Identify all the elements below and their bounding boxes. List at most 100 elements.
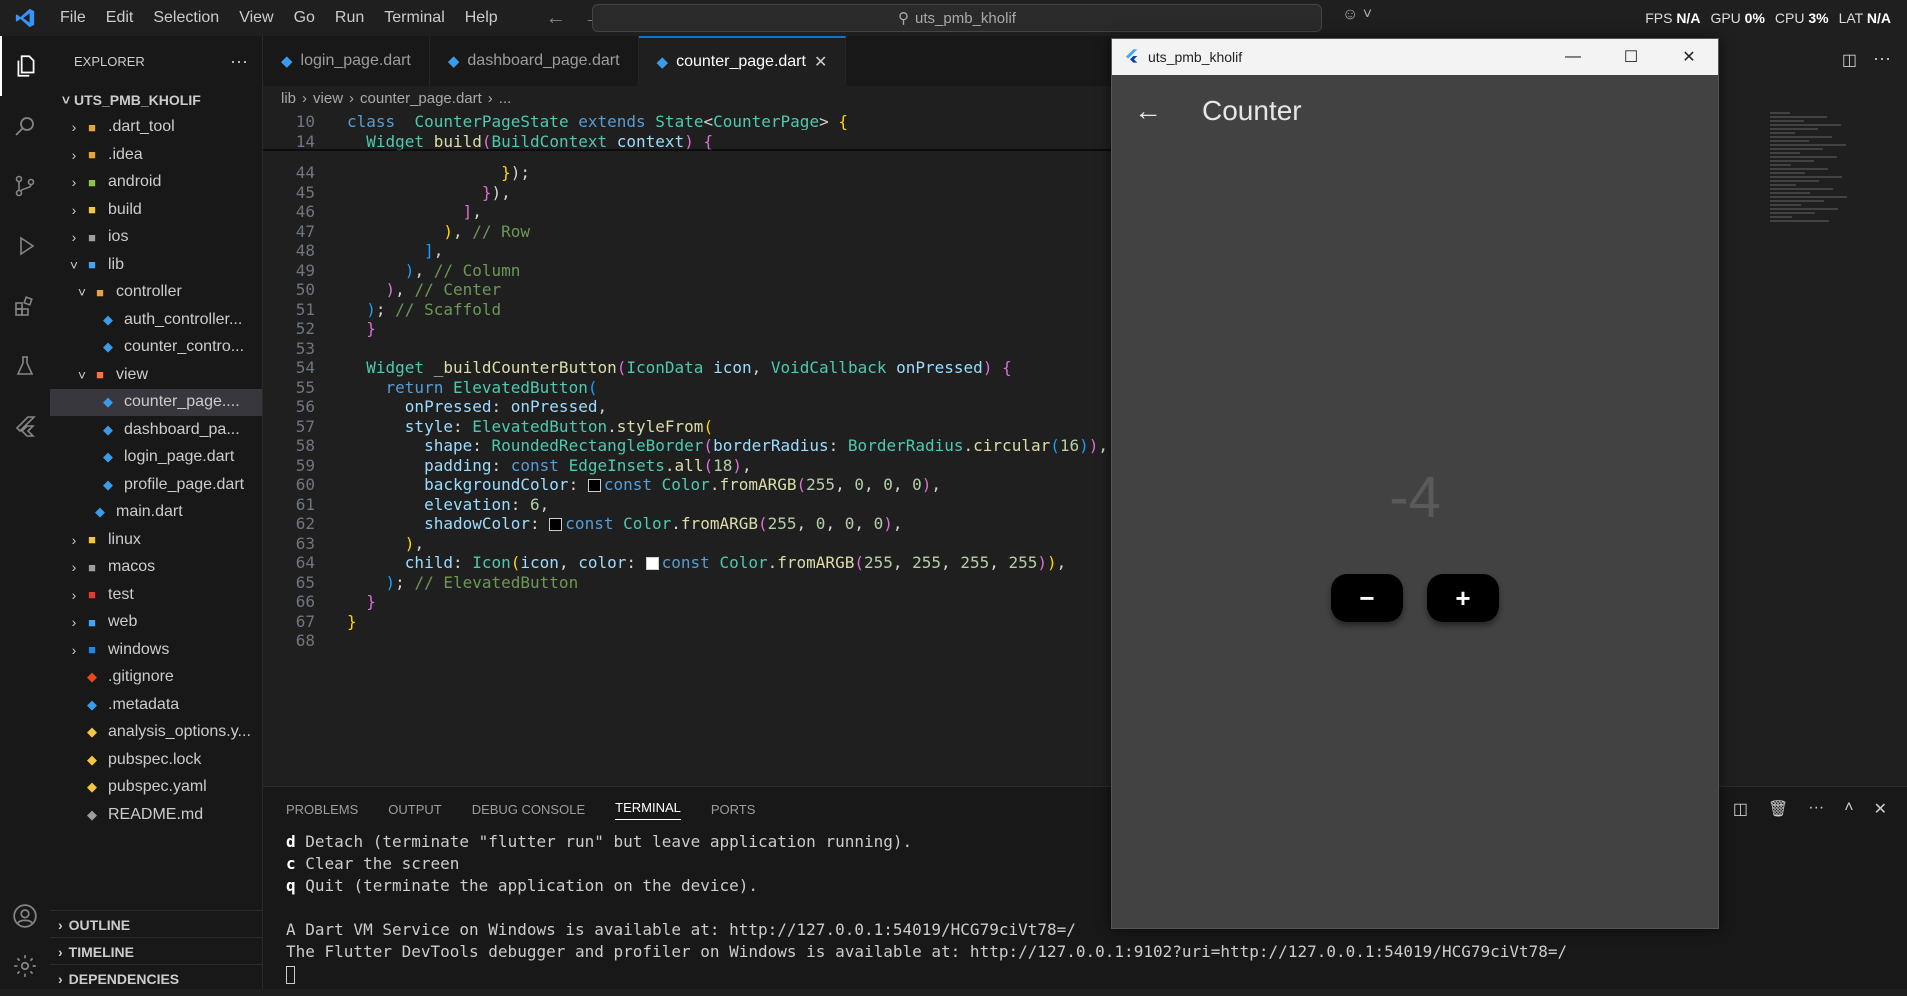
panel-tab-terminal[interactable]: TERMINAL	[615, 800, 681, 820]
file-icon: ◆	[103, 476, 113, 492]
file-item[interactable]: ◆ pubspec.lock	[50, 746, 262, 774]
panel-tab-output[interactable]: OUTPUT	[388, 802, 441, 817]
folder-item[interactable]: › ■ .idea	[50, 141, 262, 169]
tree-item-label: linux	[108, 530, 141, 548]
file-item[interactable]: ◆ login_page.dart	[50, 444, 262, 472]
run-debug-icon[interactable]	[0, 216, 50, 276]
tree-item-label: dashboard_pa...	[124, 420, 240, 438]
outline-section[interactable]: › OUTLINE	[50, 910, 263, 938]
timeline-section[interactable]: › TIMELINE	[50, 937, 263, 965]
tree-item-label: android	[108, 173, 162, 191]
file-item[interactable]: ◆ .gitignore	[50, 664, 262, 692]
code-text: return ElevatedButton(	[385, 377, 598, 397]
search-icon[interactable]	[0, 96, 50, 156]
folder-item[interactable]: › ■ build	[50, 196, 262, 224]
terminal-cursor[interactable]	[263, 964, 1907, 986]
file-item[interactable]: ◆ main.dart	[50, 499, 262, 527]
tree-item-label: windows	[108, 640, 170, 658]
minimap[interactable]	[1770, 110, 1860, 240]
command-center-search[interactable]: ⚲ uts_pmb_kholif	[592, 4, 1322, 32]
file-item[interactable]: ◆ counter_contro...	[50, 334, 262, 362]
chevron-right-icon: ›	[71, 531, 77, 548]
more-actions-icon[interactable]: ···	[230, 51, 248, 72]
folder-item[interactable]: › ■ macos	[50, 554, 262, 582]
menu-item-edit[interactable]: Edit	[96, 0, 144, 36]
increment-button[interactable]: +	[1427, 574, 1499, 622]
menu-item-help[interactable]: Help	[455, 0, 508, 36]
file-icon: ◆	[87, 751, 97, 767]
menu-item-file[interactable]: File	[50, 0, 96, 36]
file-item[interactable]: ◆ counter_page....	[50, 388, 262, 416]
menu-item-go[interactable]: Go	[284, 0, 325, 36]
tree-item-label: pubspec.yaml	[108, 778, 207, 796]
folder-item[interactable]: › ■ android	[50, 169, 262, 197]
file-item[interactable]: ◆ auth_controller...	[50, 306, 262, 334]
folder-item[interactable]: › ■ ios	[50, 224, 262, 252]
folder-item[interactable]: › ■ test	[50, 581, 262, 609]
close-icon[interactable]: ✕	[1660, 39, 1718, 75]
code-text: }	[366, 592, 376, 612]
back-arrow-icon[interactable]: ←	[1134, 95, 1162, 127]
file-item[interactable]: ◆ profile_page.dart	[50, 471, 262, 499]
source-control-icon[interactable]	[0, 156, 50, 216]
menu-item-run[interactable]: Run	[325, 0, 374, 36]
close-icon[interactable]: ✕	[814, 52, 827, 72]
breadcrumb-item[interactable]: ...	[499, 90, 512, 107]
breadcrumb-item[interactable]: lib	[281, 90, 296, 107]
code-text: shape: RoundedRectangleBorder(borderRadi…	[424, 436, 1109, 456]
dependencies-section[interactable]: › DEPENDENCIES	[50, 964, 263, 992]
line-number: 14	[295, 131, 315, 151]
extensions-icon[interactable]	[0, 276, 50, 336]
folder-item[interactable]: › ■ web	[50, 609, 262, 637]
tab-login_page[interactable]: ◆ login_page.dart	[263, 36, 430, 86]
testing-icon[interactable]	[0, 336, 50, 396]
code-text: backgroundColor: const Color.fromARGB(25…	[424, 475, 942, 495]
menu-item-terminal[interactable]: Terminal	[374, 0, 454, 36]
more-actions-icon[interactable]: ···	[1873, 48, 1891, 69]
menu-item-view[interactable]: View	[229, 0, 283, 36]
folder-icon: ■	[96, 284, 104, 300]
folder-item[interactable]: › ■ linux	[50, 526, 262, 554]
copilot-icon[interactable]: ☺ ˅	[1342, 6, 1372, 24]
decrement-button[interactable]: −	[1331, 574, 1403, 622]
tab-dashboard_page[interactable]: ◆ dashboard_page.dart	[430, 36, 639, 86]
menu-item-selection[interactable]: Selection	[143, 0, 229, 36]
perf-value: 0%	[1744, 10, 1765, 26]
file-item[interactable]: ◆ dashboard_pa...	[50, 416, 262, 444]
file-item[interactable]: ◆ analysis_options.y...	[50, 719, 262, 747]
folder-icon: ■	[88, 119, 96, 135]
explorer-icon[interactable]	[0, 36, 50, 96]
folder-item[interactable]: › ■ windows	[50, 636, 262, 664]
file-item[interactable]: ◆ README.md	[50, 801, 262, 829]
maximize-icon[interactable]: ☐	[1602, 39, 1660, 75]
folder-item[interactable]: ˅ ■ lib	[50, 251, 262, 279]
back-arrow-icon[interactable]: ←	[546, 7, 566, 30]
terminal-key: c	[286, 854, 296, 873]
line-number: 47	[295, 221, 315, 241]
file-item[interactable]: ◆ pubspec.yaml	[50, 774, 262, 802]
panel-tab-debug-console[interactable]: DEBUG CONSOLE	[472, 802, 585, 817]
split-terminal-icon[interactable]: ◫	[1733, 799, 1748, 819]
close-icon[interactable]: ✕	[1874, 799, 1887, 819]
breadcrumb-item[interactable]: counter_page.dart	[360, 90, 482, 107]
folder-item[interactable]: ˅ ■ view	[50, 361, 262, 389]
workspace-root[interactable]: ˅ UTS_PMB_KHOLIF	[50, 86, 262, 114]
line-number: 59	[295, 455, 315, 475]
breadcrumb-item[interactable]: view	[313, 90, 343, 107]
trash-icon[interactable]: 🗑	[1768, 799, 1788, 819]
flutter-icon[interactable]	[0, 396, 50, 456]
minimize-icon[interactable]: —	[1544, 39, 1602, 75]
folder-item[interactable]: › ■ .dart_tool	[50, 114, 262, 142]
panel-tab-problems[interactable]: PROBLEMS	[286, 802, 358, 817]
terminal-text: The Flutter DevTools debugger and profil…	[286, 942, 1568, 961]
more-actions-icon[interactable]: ···	[1808, 799, 1824, 819]
panel-tab-ports[interactable]: PORTS	[711, 802, 756, 817]
split-editor-icon[interactable]: ◫	[1842, 50, 1857, 70]
code-editor[interactable]: 10 class _CounterPageState extends State<…	[263, 110, 1113, 786]
maximize-panel-icon[interactable]: ˄	[1844, 799, 1853, 819]
tab-counter_page[interactable]: ◆ counter_page.dart ✕	[638, 36, 847, 86]
folder-item[interactable]: ˅ ■ controller	[50, 279, 262, 307]
line-number: 53	[295, 338, 315, 358]
settings-gear-icon[interactable]	[0, 936, 50, 996]
file-item[interactable]: ◆ .metadata	[50, 691, 262, 719]
